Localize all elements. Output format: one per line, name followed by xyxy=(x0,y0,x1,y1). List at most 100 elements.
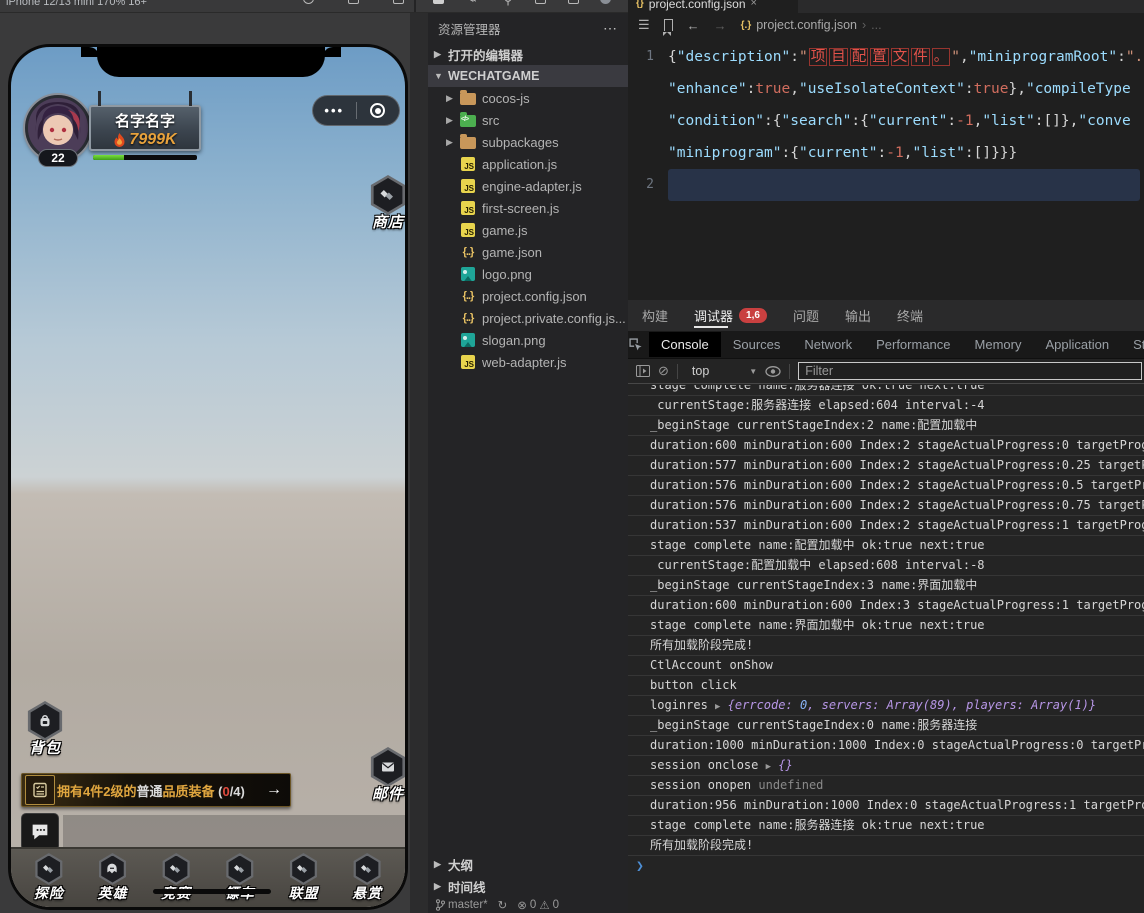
file-row-game.js[interactable]: JS game.js xyxy=(428,219,628,241)
devtools-tab-console[interactable]: Console xyxy=(649,332,721,357)
file-row-logo.png[interactable]: logo.png xyxy=(428,263,628,285)
forward-icon[interactable]: → xyxy=(714,18,727,33)
file-row-cocos-js[interactable]: ▶ cocos-js xyxy=(428,87,628,109)
file-row-game.json[interactable]: {..} game.json xyxy=(428,241,628,263)
inspect-element-icon[interactable] xyxy=(628,337,643,352)
quest-banner[interactable]: 拥有4件2级的普通品质装备 (0/4) → xyxy=(21,773,291,807)
open-editors-section[interactable]: ▶ 打开的编辑器 xyxy=(428,43,628,65)
file-row-subpackages[interactable]: ▶ subpackages xyxy=(428,131,628,153)
code-token: : xyxy=(790,49,799,65)
console-log-list[interactable]: stage complete name:服务器连接 ok:true next:t… xyxy=(628,385,1144,893)
code-line: 1 {"description":" 项目配置文件。 ","miniprogramRo… xyxy=(628,41,1144,73)
devtools-tab-performance[interactable]: Performance xyxy=(864,332,962,357)
eyedropper-icon[interactable]: ⚲ xyxy=(500,0,516,9)
explorer-more-button[interactable]: ⋯ xyxy=(603,20,618,37)
nav-item-探险[interactable]: 探险 xyxy=(21,853,77,903)
console-text: currentStage:配置加载中 elapsed:608 interval:… xyxy=(650,558,985,572)
panel-divider[interactable] xyxy=(410,13,428,913)
nav-item-竞赛[interactable]: 竞赛 xyxy=(148,853,204,903)
src-folder-icon xyxy=(460,112,476,127)
devtools-tab-storage[interactable]: Storage xyxy=(1121,332,1144,357)
file-name: cocos-js xyxy=(482,90,530,106)
bag-button[interactable]: 背包 xyxy=(21,701,69,758)
clear-console-icon[interactable]: ⊘ xyxy=(658,363,669,379)
devtools-tab-network[interactable]: Network xyxy=(792,332,864,357)
phone-simulator: 22 名字名字 7999K ••• 商店 背包 邮件 拥有4件2级的普通品质装备… xyxy=(0,13,410,913)
nav-item-联盟[interactable]: 联盟 xyxy=(275,853,331,903)
file-row-application.js[interactable]: JS application.js xyxy=(428,153,628,175)
layout-window-icon[interactable] xyxy=(565,0,581,9)
panel-tab-label: 问题 xyxy=(792,309,819,324)
file-row-engine-adapter.js[interactable]: JS engine-adapter.js xyxy=(428,175,628,197)
live-expression-eye-icon[interactable] xyxy=(765,365,781,377)
quest-arrow-icon[interactable]: → xyxy=(266,781,282,799)
chat-button[interactable] xyxy=(21,813,59,851)
devtools-tab-memory[interactable]: Memory xyxy=(963,332,1034,357)
panel-tab-label: 调试器 xyxy=(694,309,734,324)
console-row: duration:537 minDuration:600 Index:2 sta… xyxy=(628,516,1144,536)
file-row-slogan.png[interactable]: slogan.png xyxy=(428,329,628,351)
panel-tab-问题[interactable]: 问题 xyxy=(793,300,819,331)
player-name-plate[interactable]: 名字名字 7999K xyxy=(89,91,201,151)
file-row-first-screen.js[interactable]: JS first-screen.js xyxy=(428,197,628,219)
capsule-close-button[interactable] xyxy=(357,103,400,118)
context-selector[interactable]: top ▼ xyxy=(686,364,757,378)
problems-summary[interactable]: ⊗ 0 ⚠ 0 xyxy=(517,898,559,912)
code-token: :{ xyxy=(851,113,869,129)
panel-tab-输出[interactable]: 输出 xyxy=(845,300,871,331)
file-row-web-adapter.js[interactable]: JS web-adapter.js xyxy=(428,351,628,373)
file-row-project.private.config.js...[interactable]: {..} project.private.config.js... xyxy=(428,307,628,329)
console-text: _beginStage currentStageIndex:3 name:界面加… xyxy=(650,578,978,592)
capsule-more-button[interactable]: ••• xyxy=(313,103,356,118)
console-row: _beginStage currentStageIndex:2 name:配置加… xyxy=(628,416,1144,436)
code-text: "enhance":true,"useIsolateContext":true}… xyxy=(668,73,1144,105)
outline-section[interactable]: ▶ 大纲 xyxy=(428,853,628,875)
console-row: stage complete name:界面加载中 ok:true next:t… xyxy=(628,616,1144,636)
img-file-icon xyxy=(459,333,477,347)
nav-item-镖车[interactable]: 镖车 xyxy=(212,853,268,903)
file-row-src[interactable]: ▶ src xyxy=(428,109,628,131)
panel-icon[interactable] xyxy=(390,0,406,9)
avatar-icon[interactable] xyxy=(597,0,613,9)
panel-tab-构建[interactable]: 构建 xyxy=(642,300,668,331)
project-root-row[interactable]: ▼ WECHATGAME xyxy=(428,65,628,87)
unicode-highlight-char: 置 xyxy=(870,48,889,66)
console-sidebar-icon[interactable] xyxy=(636,365,650,377)
console-prompt[interactable]: ❯ xyxy=(628,856,1144,878)
folder-icon xyxy=(460,134,476,149)
back-icon[interactable]: ← xyxy=(687,18,700,33)
chevron-right-icon: ▶ xyxy=(446,136,453,147)
file-row-project.config.json[interactable]: {..} project.config.json xyxy=(428,285,628,307)
breadcrumb-file[interactable]: {.} project.config.json › ... xyxy=(741,18,882,32)
player-avatar[interactable]: 22 xyxy=(25,95,91,167)
panel-tab-调试器[interactable]: 调试器 1,6 xyxy=(694,300,767,331)
layout-columns-icon[interactable] xyxy=(532,0,548,9)
code-editor[interactable]: 1 {"description":" 项目配置文件。 ","miniprogramRo… xyxy=(628,37,1144,300)
panel-tab-终端[interactable]: 终端 xyxy=(897,300,923,331)
timeline-section[interactable]: ▶ 时间线 xyxy=(428,875,628,897)
mail-button[interactable]: 邮件 xyxy=(364,747,405,804)
tab-project-config-json[interactable]: {} project.config.json × xyxy=(628,0,798,13)
record-icon[interactable] xyxy=(300,0,316,9)
nav-item-英雄[interactable]: 英雄 xyxy=(84,853,140,903)
list-icon[interactable]: ☰ xyxy=(638,17,650,33)
device-selector[interactable]: iPhone 12/13 mini 170% 16+ xyxy=(6,0,147,8)
split-editor-icon[interactable] xyxy=(430,0,446,9)
code-token: "compileType xyxy=(1025,81,1131,97)
wrench-icon[interactable]: ⌁ xyxy=(465,0,481,9)
panel-tab-label: 终端 xyxy=(896,309,923,324)
filter-input[interactable] xyxy=(798,362,1142,380)
bookmark-icon[interactable] xyxy=(663,19,673,36)
code-text: "miniprogram":{"current":-1,"list":[]}}} xyxy=(668,137,1144,169)
devtools-tab-sources[interactable]: Sources xyxy=(721,332,793,357)
device-icon[interactable] xyxy=(345,0,361,9)
git-branch-item[interactable]: master* xyxy=(436,899,488,911)
nav-item-悬赏[interactable]: 悬赏 xyxy=(339,853,395,903)
code-token: true xyxy=(755,81,791,97)
devtools-tab-application[interactable]: Application xyxy=(1033,332,1121,357)
shop-button[interactable]: 商店 xyxy=(364,175,405,232)
file-name: logo.png xyxy=(482,266,532,282)
tab-close-icon[interactable]: × xyxy=(751,0,757,9)
sync-button[interactable]: ↻ xyxy=(498,898,508,912)
breadcrumb-more[interactable]: ... xyxy=(871,18,881,32)
